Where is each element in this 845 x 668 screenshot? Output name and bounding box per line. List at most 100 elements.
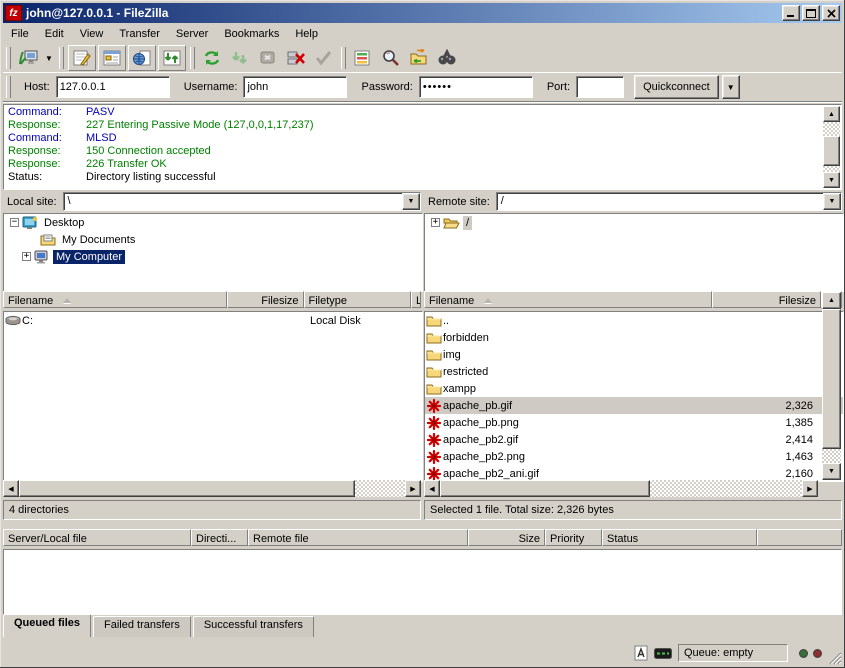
scroll-right-button[interactable]: ▶ xyxy=(405,480,421,497)
expand-icon[interactable]: + xyxy=(22,252,31,261)
scroll-track[interactable] xyxy=(440,480,802,497)
scroll-thumb[interactable] xyxy=(19,480,355,497)
menu-edit[interactable]: Edit xyxy=(37,25,72,43)
reconnect-button[interactable] xyxy=(311,46,337,70)
host-input[interactable] xyxy=(56,76,170,98)
process-queue-button[interactable] xyxy=(227,46,253,70)
scroll-track[interactable] xyxy=(823,122,840,172)
chevron-down-icon[interactable]: ▼ xyxy=(402,193,420,210)
scroll-track[interactable] xyxy=(19,480,405,497)
queue-column-header[interactable]: Server/Local file xyxy=(3,529,191,546)
quickconnect-dropdown-button[interactable]: ▼ xyxy=(722,75,740,99)
scroll-thumb[interactable] xyxy=(440,480,650,497)
scroll-up-button[interactable]: ▲ xyxy=(822,292,841,309)
scroll-left-button[interactable]: ◀ xyxy=(3,480,19,497)
synchronized-browsing-button[interactable] xyxy=(406,46,432,70)
find-files-button[interactable] xyxy=(378,46,404,70)
list-item[interactable]: C: Local Disk xyxy=(4,312,422,329)
site-manager-dropdown-button[interactable]: ▼ xyxy=(42,47,56,69)
toggle-remote-tree-button[interactable] xyxy=(128,45,156,71)
cancel-button[interactable] xyxy=(255,46,281,70)
scroll-down-button[interactable]: ▼ xyxy=(822,463,841,480)
tab-queued-files[interactable]: Queued files xyxy=(3,614,91,637)
resize-grip-icon xyxy=(828,651,842,665)
menu-server[interactable]: Server xyxy=(168,25,216,43)
scroll-up-button[interactable]: ▲ xyxy=(823,106,840,122)
expand-icon[interactable]: + xyxy=(431,218,440,227)
queue-column-header[interactable]: Size xyxy=(468,529,545,546)
local-site-bar: Local site: \ ▼ xyxy=(3,191,421,212)
resize-grip[interactable] xyxy=(828,651,842,665)
queue-column-header[interactable]: Priority xyxy=(545,529,602,546)
scroll-track[interactable] xyxy=(822,309,841,463)
tree-item-my-computer[interactable]: + My Computer xyxy=(4,248,422,265)
queue-column-header[interactable]: Status xyxy=(602,529,757,546)
toggle-message-log-button[interactable] xyxy=(68,45,96,71)
toggle-local-tree-button[interactable] xyxy=(98,45,126,71)
scroll-thumb[interactable] xyxy=(823,136,840,166)
menu-transfer[interactable]: Transfer xyxy=(111,25,168,43)
queue-column-header[interactable]: Directi... xyxy=(191,529,248,546)
menu-help[interactable]: Help xyxy=(287,25,326,43)
scroll-right-button[interactable]: ▶ xyxy=(802,480,818,497)
toolbar-grip[interactable] xyxy=(6,47,11,69)
filesize-cell: 2,414 xyxy=(713,434,819,446)
password-label: Password: xyxy=(361,81,412,93)
minimize-button[interactable] xyxy=(782,5,800,21)
disconnect-button[interactable] xyxy=(283,46,309,70)
list-item[interactable]: apache_pb2.gif2,414 xyxy=(425,431,843,448)
filter-button[interactable] xyxy=(434,46,460,70)
toggle-transfer-queue-button[interactable] xyxy=(158,45,186,71)
username-input[interactable] xyxy=(243,76,347,98)
column-header-filetype[interactable]: Filetype xyxy=(304,291,411,308)
list-item[interactable]: img xyxy=(425,346,843,363)
list-item[interactable]: apache_pb2.png1,463 xyxy=(425,448,843,465)
menu-file[interactable]: File xyxy=(3,25,37,43)
list-item[interactable]: xampp xyxy=(425,380,843,397)
scroll-left-button[interactable]: ◀ xyxy=(424,480,440,497)
directory-comparison-button[interactable] xyxy=(350,46,376,70)
folder-icon xyxy=(425,314,443,327)
site-manager-button[interactable] xyxy=(15,46,41,70)
column-header-filesize[interactable]: Filesize xyxy=(227,291,304,308)
chevron-down-icon[interactable]: ▼ xyxy=(823,193,841,210)
queue-column-header[interactable]: Remote file xyxy=(248,529,468,546)
column-header-filename[interactable]: Filename xyxy=(3,291,227,308)
tab-failed-transfers[interactable]: Failed transfers xyxy=(93,616,191,637)
menu-bookmarks[interactable]: Bookmarks xyxy=(216,25,287,43)
local-hscrollbar[interactable]: ◀ ▶ xyxy=(3,480,421,497)
scroll-thumb[interactable] xyxy=(822,309,841,449)
tree-item-root[interactable]: + / xyxy=(425,214,843,231)
log-scrollbar[interactable]: ▲ ▼ xyxy=(823,106,840,188)
list-item[interactable]: apache_pb.png1,385 xyxy=(425,414,843,431)
column-header-filesize[interactable]: Filesize xyxy=(712,291,821,308)
list-item[interactable]: forbidden xyxy=(425,329,843,346)
password-input[interactable] xyxy=(419,76,533,98)
tree-item-desktop[interactable]: − Desktop xyxy=(4,214,422,231)
quickconnect-button[interactable]: Quickconnect xyxy=(634,75,719,99)
port-input[interactable] xyxy=(576,76,624,98)
encryption-status-indicator[interactable] xyxy=(654,648,672,659)
column-header-last-modified[interactable]: L xyxy=(411,291,421,308)
collapse-icon[interactable]: − xyxy=(10,218,19,227)
scroll-down-button[interactable]: ▼ xyxy=(823,172,840,188)
tab-successful-transfers[interactable]: Successful transfers xyxy=(193,616,314,637)
remote-site-combo[interactable]: / ▼ xyxy=(496,192,842,211)
quickconnect-grip[interactable] xyxy=(6,76,11,98)
list-item[interactable]: apache_pb.gif2,326 xyxy=(425,397,843,414)
documents-folder-icon xyxy=(40,233,56,246)
refresh-button[interactable] xyxy=(199,46,225,70)
column-header-filename[interactable]: Filename xyxy=(424,291,712,308)
remote-hscrollbar[interactable]: ◀ ▶ xyxy=(424,480,818,497)
transfer-type-indicator[interactable] xyxy=(634,645,649,661)
tree-item-my-documents[interactable]: My Documents xyxy=(4,231,422,248)
title-bar[interactable]: fz john@127.0.0.1 - FileZilla xyxy=(3,3,842,23)
maximize-button[interactable] xyxy=(802,5,820,21)
close-button[interactable] xyxy=(822,5,840,21)
list-item[interactable]: .. xyxy=(425,312,843,329)
local-site-combo[interactable]: \ ▼ xyxy=(63,192,421,211)
menu-view[interactable]: View xyxy=(72,25,112,43)
log-label: Command: xyxy=(5,106,86,119)
list-item[interactable]: restricted xyxy=(425,363,843,380)
remote-vscrollbar[interactable]: ▲ ▼ xyxy=(822,292,841,480)
